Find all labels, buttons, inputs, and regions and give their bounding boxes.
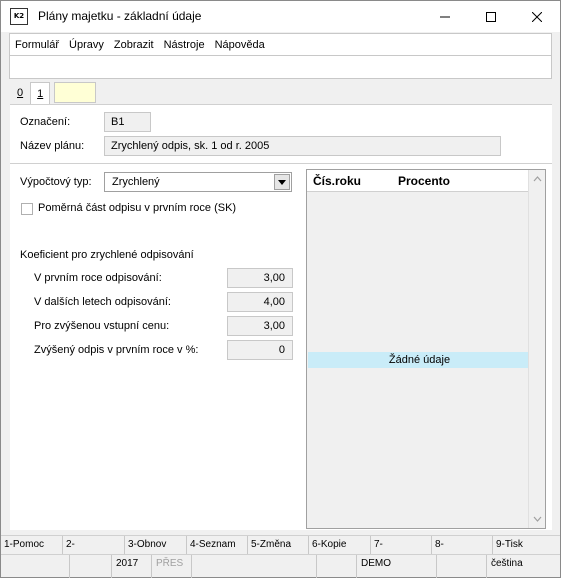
- maximize-icon: [486, 11, 496, 22]
- minimize-button[interactable]: [422, 1, 468, 32]
- chevron-down-icon: [278, 179, 286, 185]
- status-bar: 2017 PŘES DEMO čeština: [1, 554, 560, 578]
- menu-nastroje[interactable]: Nástroje: [164, 39, 205, 51]
- close-button[interactable]: [514, 1, 560, 32]
- main-window: K2 Plány majetku - základní údaje Formul…: [0, 0, 561, 578]
- koef-field-2[interactable]: 4,00: [227, 292, 293, 312]
- status-empty-1: [69, 555, 111, 578]
- tab-extra[interactable]: [54, 82, 97, 103]
- tab-0[interactable]: 0: [10, 82, 30, 103]
- koef-label-3: Pro zvýšenou vstupní cenu:: [34, 320, 170, 332]
- pomerna-cast-label: Poměrná část odpisu v prvním roce (SK): [38, 202, 237, 214]
- status-mode: PŘES: [151, 555, 191, 578]
- empty-message: Žádné údaje: [308, 352, 531, 368]
- menu-upravy[interactable]: Úpravy: [69, 39, 104, 51]
- close-icon: [532, 11, 542, 22]
- toolbar: [9, 55, 552, 79]
- status-empty-4: [436, 555, 486, 578]
- koef-field-4[interactable]: 0: [227, 340, 293, 360]
- grid-header: Čís.roku Procento: [307, 170, 529, 192]
- status-empty-3: [316, 555, 356, 578]
- vypoctovy-typ-label: Výpočtový typ:: [20, 176, 92, 188]
- app-icon: K2: [10, 8, 28, 25]
- fkey-7[interactable]: 7-: [371, 536, 432, 554]
- koef-label-2: V dalších letech odpisování:: [34, 296, 171, 308]
- divider: [10, 163, 552, 164]
- dropdown-button[interactable]: [274, 174, 290, 190]
- data-grid[interactable]: Čís.roku Procento Žádné údaje: [306, 169, 546, 529]
- status-db: DEMO: [356, 555, 436, 578]
- title-bar: K2 Plány majetku - základní údaje: [1, 1, 560, 32]
- fkey-8[interactable]: 8-: [432, 536, 493, 554]
- menu-bar: Formulář Úpravy Zobrazit Nástroje Nápově…: [9, 33, 552, 55]
- status-year: 2017: [111, 555, 151, 578]
- fkey-3[interactable]: 3-Obnov: [125, 536, 187, 554]
- function-key-bar: 1-Pomoc 2- 3-Obnov 4-Seznam 5-Změna 6-Ko…: [1, 535, 560, 554]
- minimize-icon: [440, 16, 450, 17]
- vypoctovy-typ-select[interactable]: Zrychlený: [104, 172, 292, 192]
- tab-1[interactable]: 1: [30, 82, 51, 104]
- scroll-down-icon[interactable]: [529, 512, 546, 526]
- koef-field-3[interactable]: 3,00: [227, 316, 293, 336]
- koeficient-title: Koeficient pro zrychlené odpisování: [20, 249, 194, 261]
- koef-label-1: V prvním roce odpisování:: [34, 272, 162, 284]
- window-title: Plány majetku - základní údaje: [38, 9, 202, 23]
- form-content: Označení: B1 Název plánu: Zrychlený odpi…: [10, 104, 552, 530]
- oznaceni-label: Označení:: [20, 116, 71, 128]
- tab-strip: 0 1: [10, 82, 97, 104]
- menu-zobrazit[interactable]: Zobrazit: [114, 39, 154, 51]
- koef-label-4: Zvýšený odpis v prvním roce v %:: [34, 344, 199, 356]
- nazev-field[interactable]: Zrychlený odpis, sk. 1 od r. 2005: [104, 136, 501, 156]
- fkey-9[interactable]: 9-Tisk: [493, 536, 556, 554]
- column-procento[interactable]: Procento: [398, 174, 450, 188]
- fkey-4[interactable]: 4-Seznam: [187, 536, 248, 554]
- nazev-label: Název plánu:: [20, 140, 85, 152]
- pomerna-cast-checkbox[interactable]: [21, 203, 33, 215]
- oznaceni-field[interactable]: B1: [104, 112, 151, 132]
- fkey-5[interactable]: 5-Změna: [248, 536, 309, 554]
- fkey-2[interactable]: 2-: [63, 536, 125, 554]
- column-cis-roku[interactable]: Čís.roku: [313, 174, 361, 188]
- maximize-button[interactable]: [468, 1, 514, 32]
- status-language: čeština: [486, 555, 560, 578]
- fkey-1[interactable]: 1-Pomoc: [1, 536, 63, 554]
- koef-field-1[interactable]: 3,00: [227, 268, 293, 288]
- vertical-scrollbar[interactable]: [528, 170, 545, 528]
- fkey-6[interactable]: 6-Kopie: [309, 536, 371, 554]
- menu-napoveda[interactable]: Nápověda: [215, 39, 265, 51]
- status-empty-2: [191, 555, 316, 578]
- vypoctovy-typ-value: Zrychlený: [112, 176, 160, 188]
- scroll-up-icon[interactable]: [529, 172, 546, 186]
- menu-formular[interactable]: Formulář: [15, 39, 59, 51]
